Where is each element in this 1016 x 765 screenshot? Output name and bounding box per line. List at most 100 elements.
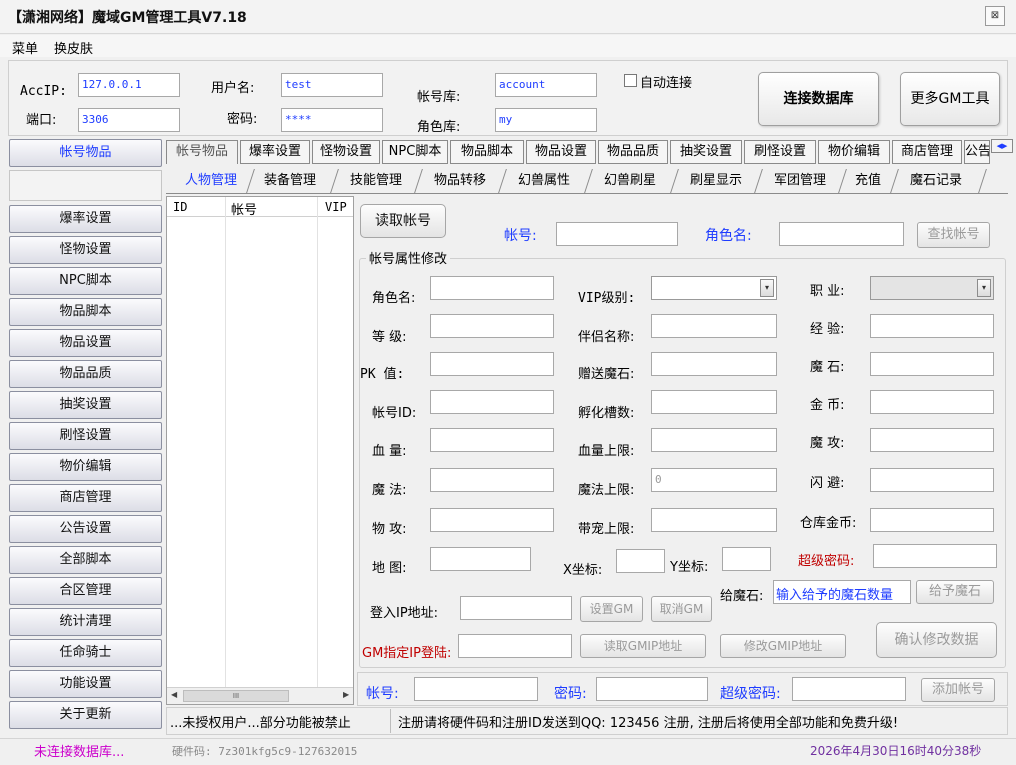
tab-price-edit[interactable]: 物价编辑 <box>818 140 890 164</box>
tab-item-quality[interactable]: 物品品质 <box>598 140 668 164</box>
matk-field[interactable] <box>870 428 994 452</box>
sidebar-item-stats-cleanup[interactable]: 统计清理 <box>9 608 162 636</box>
tab-drop-rate[interactable]: 爆率设置 <box>240 140 310 164</box>
exp-field[interactable] <box>870 314 994 338</box>
sidebar-item-spawn[interactable]: 刷怪设置 <box>9 422 162 450</box>
connect-db-button[interactable]: 连接数据库 <box>758 72 879 126</box>
subtab-equipment[interactable]: 装备管理 <box>254 169 326 193</box>
add-account-button[interactable]: 添加帐号 <box>921 678 995 702</box>
super-pwd-field[interactable] <box>873 544 997 568</box>
gold-field[interactable] <box>870 390 994 414</box>
tab-announcement[interactable]: 公告 <box>964 140 990 164</box>
new-account-field[interactable] <box>414 677 538 701</box>
mp-field[interactable] <box>430 468 554 492</box>
read-gm-ip-button[interactable]: 读取GMIP地址 <box>580 634 706 658</box>
map-field[interactable] <box>430 547 531 571</box>
sidebar-item-knight[interactable]: 任命骑士 <box>9 639 162 667</box>
scroll-right-icon[interactable]: ▶ <box>343 690 349 699</box>
col-id-header[interactable]: ID <box>173 200 187 214</box>
set-gm-button[interactable]: 设置GM <box>580 596 643 622</box>
mp-max-field[interactable]: 0 <box>651 468 777 492</box>
level-field[interactable] <box>430 314 554 338</box>
confirm-modify-button[interactable]: 确认修改数据 <box>876 622 997 658</box>
sidebar-item-item-script[interactable]: 物品脚本 <box>9 298 162 326</box>
role-search-field[interactable] <box>779 222 904 246</box>
pass-field[interactable]: **** <box>281 108 383 132</box>
rolename-field[interactable] <box>430 276 554 300</box>
sidebar-item-about-update[interactable]: 关于更新 <box>9 701 162 729</box>
hp-field[interactable] <box>430 428 554 452</box>
sidebar-item-shop[interactable]: 商店管理 <box>9 484 162 512</box>
sidebar-item-monster[interactable]: 怪物设置 <box>9 236 162 264</box>
tab-item-settings[interactable]: 物品设置 <box>526 140 596 164</box>
subtab-pet-star[interactable]: 幻兽刷星 <box>594 169 666 193</box>
scroll-left-icon[interactable]: ◀ <box>171 690 177 699</box>
partner-field[interactable] <box>651 314 777 338</box>
give-ms-button[interactable]: 给予魔石 <box>916 580 994 604</box>
tab-account-items[interactable]: 帐号物品 <box>166 140 238 164</box>
gm-login-field[interactable] <box>458 634 572 658</box>
subtab-legion[interactable]: 军团管理 <box>764 169 836 193</box>
read-account-button[interactable]: 读取帐号 <box>360 204 446 238</box>
more-gm-tools-button[interactable]: 更多GM工具 <box>900 72 1000 126</box>
acctid-field[interactable] <box>430 390 554 414</box>
subtab-star-display[interactable]: 刷星显示 <box>680 169 752 193</box>
account-list[interactable]: ID 帐号 VIP ◀ III ▶ <box>166 196 354 705</box>
account-search-field[interactable] <box>556 222 678 246</box>
tab-spawn[interactable]: 刷怪设置 <box>744 140 816 164</box>
sidebar-item-account-items[interactable]: 帐号物品 <box>9 139 162 167</box>
subtab-item-transfer[interactable]: 物品转移 <box>424 169 496 193</box>
subtab-character[interactable]: 人物管理 <box>176 169 246 193</box>
roledb-field[interactable]: my <box>495 108 597 132</box>
vip-select[interactable]: ▾ <box>651 276 777 300</box>
sidebar-item-drop-rate[interactable]: 爆率设置 <box>9 205 162 233</box>
tab-item-script[interactable]: 物品脚本 <box>450 140 524 164</box>
subtab-ms-records[interactable]: 魔石记录 <box>900 169 972 193</box>
sidebar-item-npc-script[interactable]: NPC脚本 <box>9 267 162 295</box>
user-field[interactable]: test <box>281 73 383 97</box>
col-account-header[interactable]: 帐号 <box>231 199 257 218</box>
warehouse-field[interactable] <box>870 508 994 532</box>
subtab-skills[interactable]: 技能管理 <box>340 169 412 193</box>
new-super-pwd-field[interactable] <box>792 677 906 701</box>
auto-connect-checkbox[interactable] <box>624 74 637 87</box>
menu-main[interactable]: 菜单 <box>12 38 38 57</box>
tab-monster[interactable]: 怪物设置 <box>312 140 380 164</box>
cancel-gm-button[interactable]: 取消GM <box>651 596 712 622</box>
job-select[interactable]: ▾ <box>870 276 994 300</box>
sidebar-item-all-scripts[interactable]: 全部脚本 <box>9 546 162 574</box>
close-icon[interactable]: ⊠ <box>985 6 1005 26</box>
tab-npc-script[interactable]: NPC脚本 <box>382 140 448 164</box>
x-field[interactable] <box>616 549 665 573</box>
magicstone-field[interactable] <box>870 352 994 376</box>
give-ms-input[interactable]: 输入给予的魔石数量 <box>773 580 911 604</box>
menu-skin[interactable]: 换皮肤 <box>54 38 93 57</box>
login-ip-field[interactable] <box>460 596 572 620</box>
port-field[interactable]: 3306 <box>78 108 180 132</box>
hp-max-field[interactable] <box>651 428 777 452</box>
dropdown-arrow-icon[interactable]: ▾ <box>760 279 774 297</box>
hatch-field[interactable] <box>651 390 777 414</box>
col-vip-header[interactable]: VIP <box>325 200 347 214</box>
tab-scroll-arrows-icon[interactable]: ◀▶ <box>991 139 1013 153</box>
new-password-field[interactable] <box>596 677 708 701</box>
modify-gm-ip-button[interactable]: 修改GMIP地址 <box>720 634 846 658</box>
subtab-recharge[interactable]: 充值 <box>848 169 888 193</box>
tab-shop[interactable]: 商店管理 <box>892 140 962 164</box>
gift-ms-field[interactable] <box>651 352 777 376</box>
sidebar-item-features[interactable]: 功能设置 <box>9 670 162 698</box>
scroll-thumb[interactable]: III <box>183 690 289 702</box>
list-hscrollbar[interactable]: ◀ III ▶ <box>167 687 353 704</box>
sidebar-item-lottery[interactable]: 抽奖设置 <box>9 391 162 419</box>
tab-lottery[interactable]: 抽奖设置 <box>670 140 742 164</box>
dodge-field[interactable] <box>870 468 994 492</box>
pet-max-field[interactable] <box>651 508 777 532</box>
find-account-button[interactable]: 查找帐号 <box>917 222 990 248</box>
atk-field[interactable] <box>430 508 554 532</box>
acctdb-field[interactable]: account <box>495 73 597 97</box>
pk-field[interactable] <box>430 352 554 376</box>
dropdown-arrow-icon[interactable]: ▾ <box>977 279 991 297</box>
acc-ip-field[interactable]: 127.0.0.1 <box>78 73 180 97</box>
sidebar-item-merge-servers[interactable]: 合区管理 <box>9 577 162 605</box>
sidebar-item-announcement[interactable]: 公告设置 <box>9 515 162 543</box>
